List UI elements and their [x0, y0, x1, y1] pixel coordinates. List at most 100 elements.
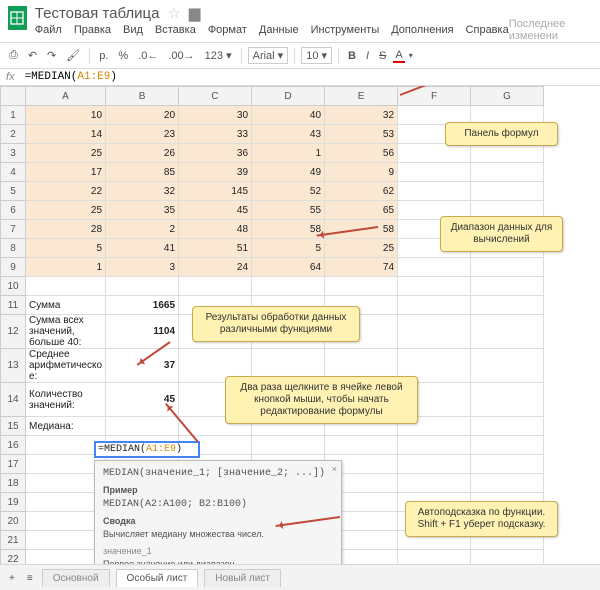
cell[interactable]: [471, 182, 544, 201]
row-header[interactable]: 1: [1, 106, 26, 125]
cell[interactable]: [471, 474, 544, 493]
cell[interactable]: [26, 277, 106, 296]
cell[interactable]: 43: [252, 125, 325, 144]
cell[interactable]: 36: [179, 144, 252, 163]
row-header[interactable]: 2: [1, 125, 26, 144]
cell[interactable]: 25: [26, 144, 106, 163]
cell[interactable]: 53: [325, 125, 398, 144]
summary-value[interactable]: [106, 417, 179, 436]
cell[interactable]: [471, 349, 544, 383]
summary-label[interactable]: Количество значений:: [26, 383, 106, 417]
cell[interactable]: 33: [179, 125, 252, 144]
cell[interactable]: 26: [106, 144, 179, 163]
cell[interactable]: 85: [106, 163, 179, 182]
cell[interactable]: 2: [106, 220, 179, 239]
row-header[interactable]: 4: [1, 163, 26, 182]
col-header[interactable]: D: [252, 87, 325, 106]
row-header[interactable]: 7: [1, 220, 26, 239]
cell[interactable]: [398, 163, 471, 182]
cell[interactable]: [398, 258, 471, 277]
cell[interactable]: [398, 277, 471, 296]
cell[interactable]: 25: [325, 239, 398, 258]
cell[interactable]: [325, 277, 398, 296]
hint-close-icon[interactable]: ×: [332, 463, 337, 476]
cell[interactable]: 28: [26, 220, 106, 239]
col-header[interactable]: C: [179, 87, 252, 106]
menu-addons[interactable]: Дополнения: [391, 24, 453, 36]
cell[interactable]: 49: [252, 163, 325, 182]
cell[interactable]: [325, 436, 398, 455]
row-header[interactable]: 3: [1, 144, 26, 163]
cell[interactable]: [398, 474, 471, 493]
italic-button[interactable]: I: [363, 48, 372, 64]
col-header[interactable]: E: [325, 87, 398, 106]
folder-icon[interactable]: ▆: [189, 4, 201, 22]
cell[interactable]: [179, 277, 252, 296]
menu-view[interactable]: Вид: [123, 24, 143, 36]
cell[interactable]: 32: [106, 182, 179, 201]
cell[interactable]: [471, 383, 544, 417]
summary-value[interactable]: 1665: [106, 296, 179, 315]
cell[interactable]: 9: [325, 163, 398, 182]
row-header[interactable]: 6: [1, 201, 26, 220]
cell[interactable]: 14: [26, 125, 106, 144]
increase-decimal-button[interactable]: .00→: [165, 48, 197, 64]
add-sheet-button[interactable]: +: [6, 571, 18, 586]
cell[interactable]: [471, 258, 544, 277]
cell[interactable]: 22: [26, 182, 106, 201]
cell[interactable]: [471, 315, 544, 349]
cell[interactable]: 1: [252, 144, 325, 163]
summary-label[interactable]: Медиана:: [26, 417, 106, 436]
strike-button[interactable]: S: [376, 48, 389, 64]
cell[interactable]: 35: [106, 201, 179, 220]
doc-title[interactable]: Тестовая таблица: [35, 5, 160, 22]
all-sheets-button[interactable]: ≡: [24, 571, 36, 586]
menu-format[interactable]: Формат: [208, 24, 247, 36]
cell[interactable]: 40: [252, 106, 325, 125]
cell[interactable]: 3: [106, 258, 179, 277]
cell[interactable]: [471, 144, 544, 163]
col-header[interactable]: A: [26, 87, 106, 106]
sheet-tab[interactable]: Особый лист: [116, 569, 199, 587]
print-icon[interactable]: ⎙: [6, 47, 21, 64]
paint-format-icon[interactable]: 🖌: [63, 47, 83, 64]
cell[interactable]: [398, 315, 471, 349]
sheet-tab[interactable]: Основной: [42, 569, 110, 587]
cell[interactable]: 1: [26, 258, 106, 277]
menu-help[interactable]: Справка: [466, 24, 509, 36]
cell[interactable]: [252, 436, 325, 455]
cell[interactable]: [106, 277, 179, 296]
text-color-button[interactable]: A: [393, 49, 404, 63]
cell[interactable]: 55: [252, 201, 325, 220]
summary-label[interactable]: Среднее арифметическо е:: [26, 349, 106, 383]
cell[interactable]: 32: [325, 106, 398, 125]
cell[interactable]: [398, 455, 471, 474]
cell[interactable]: 56: [325, 144, 398, 163]
row-header[interactable]: 9: [1, 258, 26, 277]
bold-button[interactable]: B: [345, 48, 359, 64]
cell[interactable]: [398, 144, 471, 163]
cell[interactable]: [398, 182, 471, 201]
col-header[interactable]: G: [471, 87, 544, 106]
cell[interactable]: [471, 296, 544, 315]
cell[interactable]: 64: [252, 258, 325, 277]
cell[interactable]: 23: [106, 125, 179, 144]
cell[interactable]: 51: [179, 239, 252, 258]
summary-label[interactable]: Сумма: [26, 296, 106, 315]
row-header[interactable]: 5: [1, 182, 26, 201]
cell[interactable]: 48: [179, 220, 252, 239]
cell[interactable]: 5: [26, 239, 106, 258]
cell[interactable]: [471, 417, 544, 436]
cell-editing[interactable]: =MEDIAN(A1:E9): [94, 441, 200, 458]
cell[interactable]: [471, 455, 544, 474]
cell[interactable]: 41: [106, 239, 179, 258]
col-header[interactable]: B: [106, 87, 179, 106]
cell[interactable]: [471, 277, 544, 296]
font-select[interactable]: Arial ▾: [248, 47, 289, 64]
formula-input[interactable]: =MEDIAN(A1:E9): [25, 71, 117, 83]
cell[interactable]: 17: [26, 163, 106, 182]
cell[interactable]: 25: [26, 201, 106, 220]
currency-button[interactable]: р.: [96, 48, 111, 64]
redo-icon[interactable]: ↷: [44, 47, 59, 64]
cell[interactable]: 62: [325, 182, 398, 201]
